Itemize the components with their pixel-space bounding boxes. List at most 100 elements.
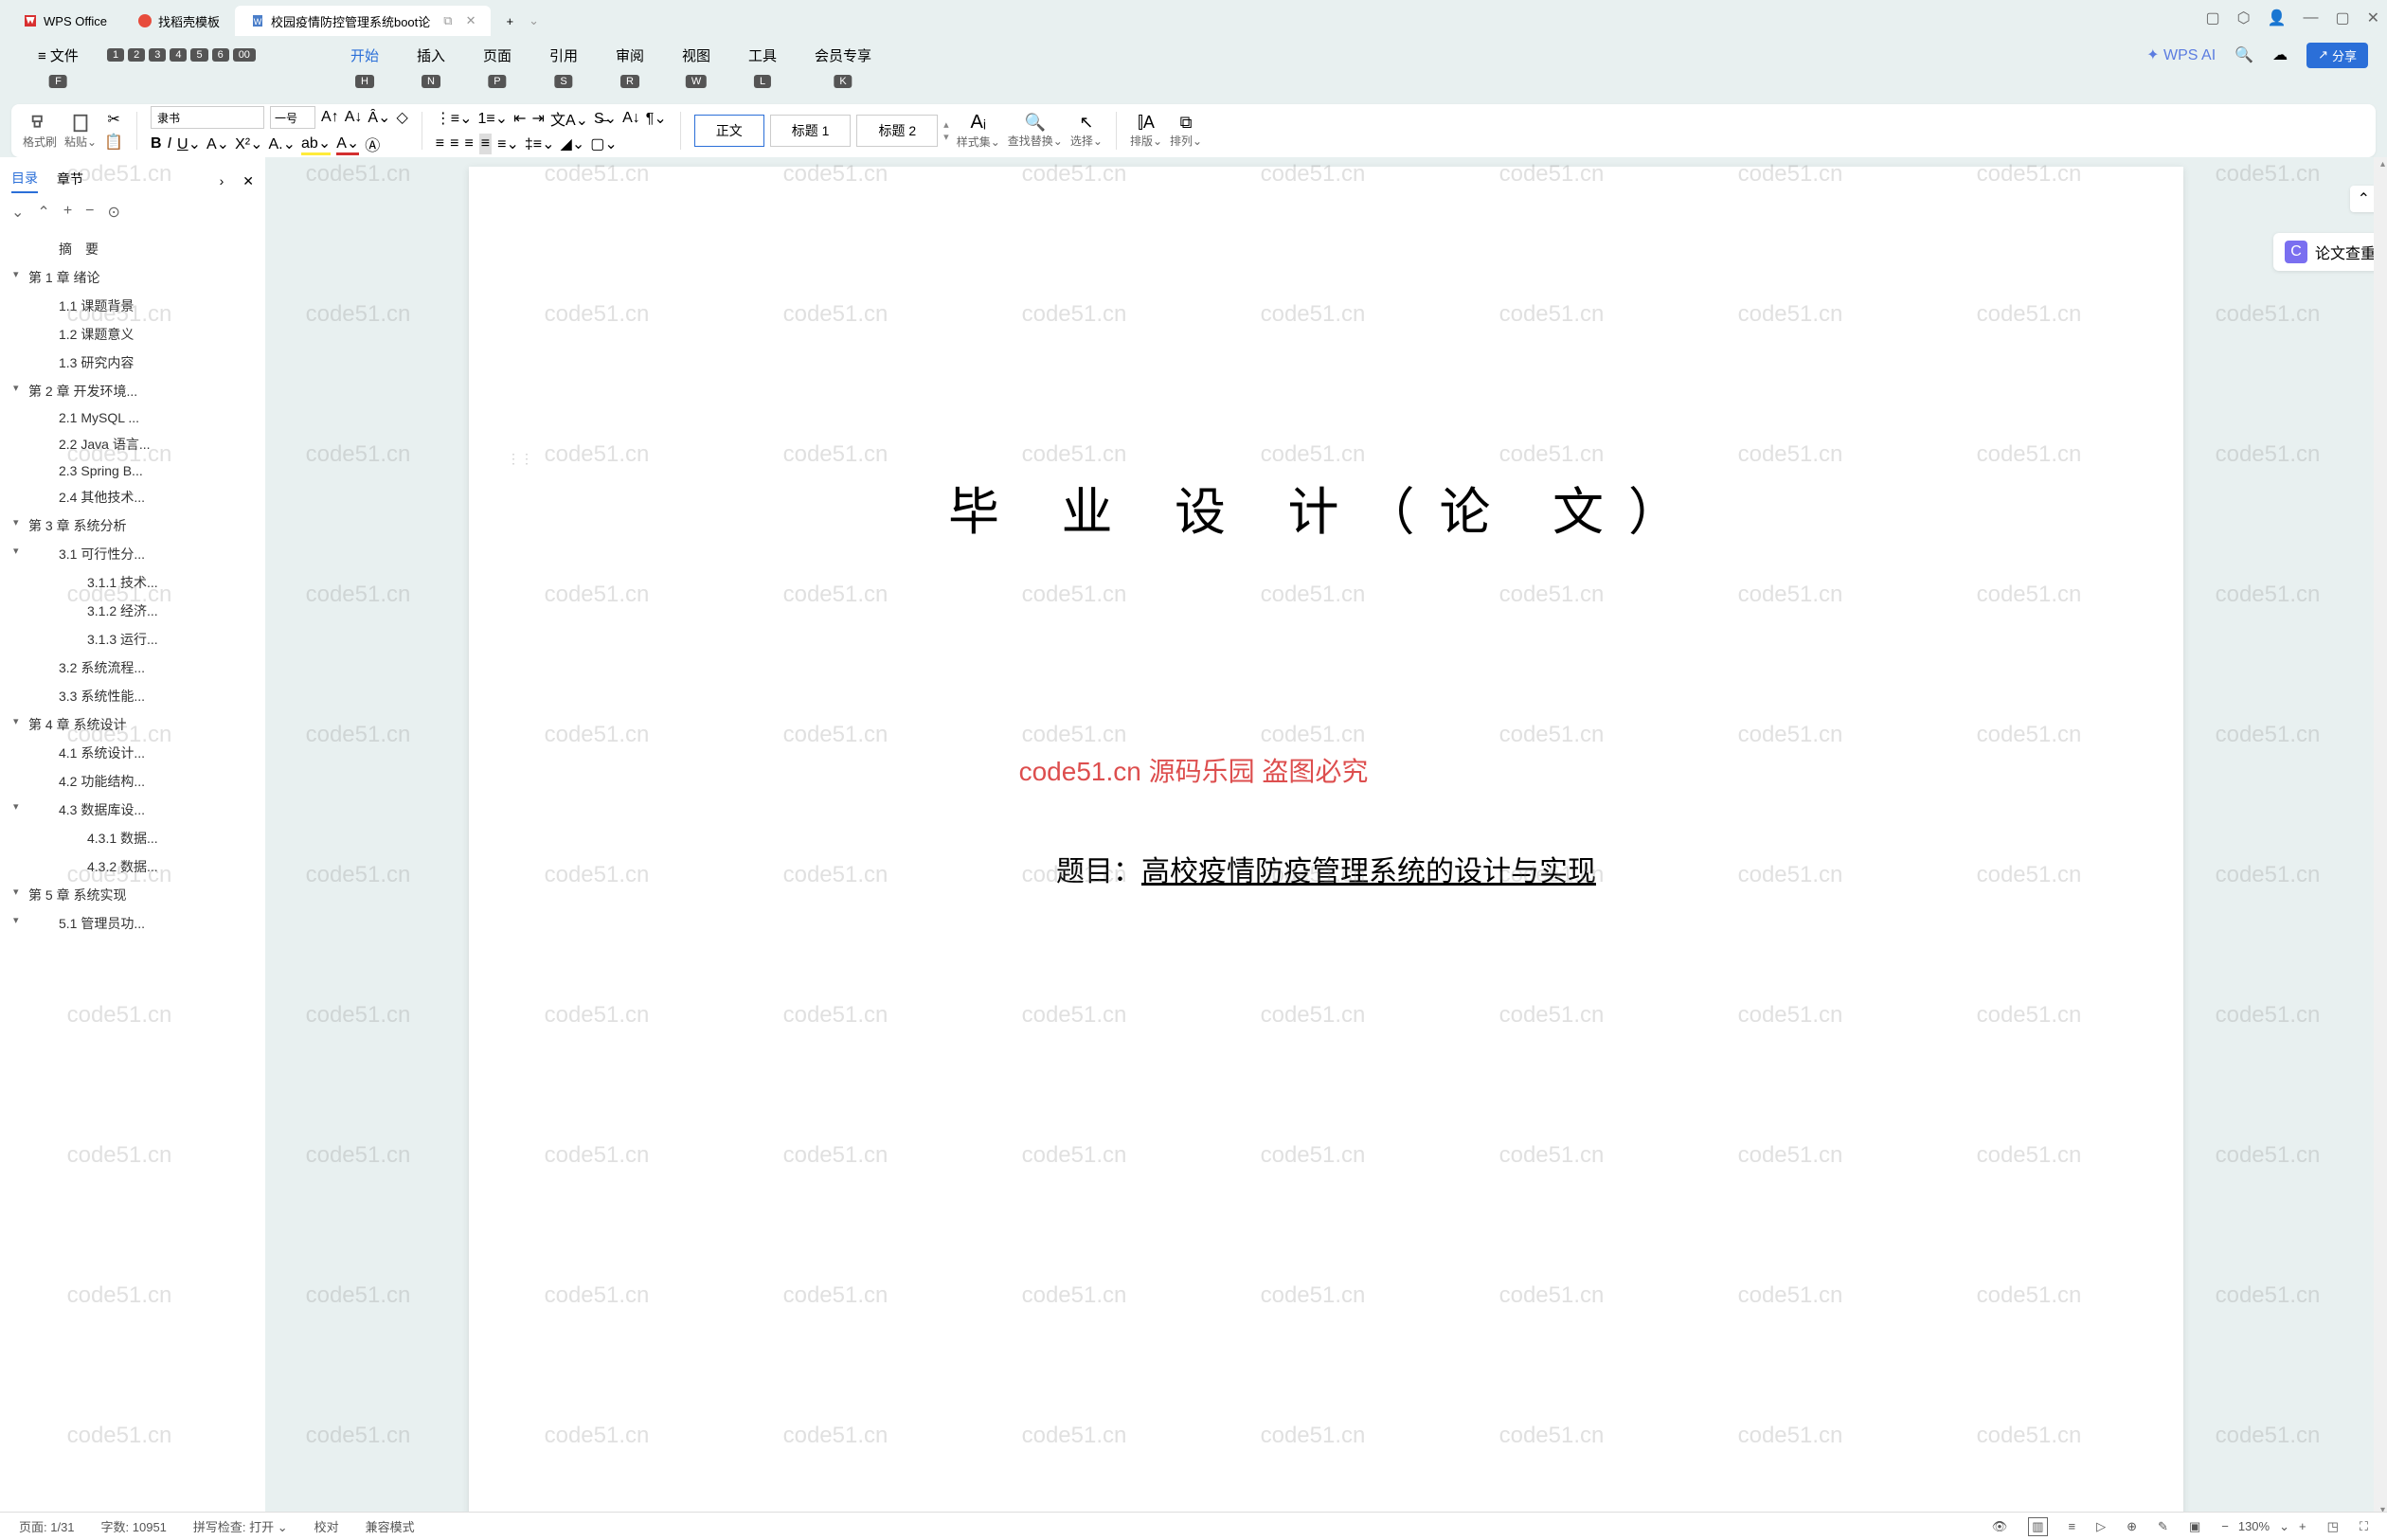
tab-template[interactable]: 找稻壳模板 — [122, 6, 235, 36]
close-window-icon[interactable]: ✕ — [2367, 9, 2379, 27]
increase-indent-icon[interactable]: ⇥ — [532, 109, 545, 128]
increase-font-icon[interactable]: A↑ — [321, 109, 339, 126]
zoom-dropdown-icon[interactable]: ⌄ — [2279, 1519, 2289, 1534]
paper-check-panel[interactable]: C 论文查重 — [2273, 233, 2387, 271]
decrease-indent-icon[interactable]: ⇤ — [513, 109, 526, 128]
change-case-icon[interactable]: Ȃ⌄ — [368, 108, 390, 127]
highlight-icon[interactable]: ab⌄ — [301, 134, 331, 155]
status-fit-icon[interactable]: ◳ — [2327, 1519, 2339, 1534]
sort-icon[interactable]: A↓ — [622, 110, 640, 127]
status-page[interactable]: 页面: 1/31 — [19, 1517, 75, 1535]
status-proof[interactable]: 校对 — [314, 1517, 339, 1535]
menu-start[interactable]: 开始H — [332, 40, 398, 71]
numbering-icon[interactable]: 1≡⌄ — [478, 109, 509, 128]
bullets-icon[interactable]: ⋮≡⌄ — [436, 109, 473, 128]
document-viewport[interactable]: ⋮⋮ 毕 业 设 计（论 文） 题目：高校疫情防疫管理系统的设计与实现 ⌃ C … — [265, 157, 2387, 1517]
bold-icon[interactable]: B — [151, 135, 162, 152]
decrease-font-icon[interactable]: A↓ — [345, 109, 363, 126]
styleset-icon[interactable]: Aᵢ — [971, 112, 986, 134]
status-pen-icon[interactable]: ✎ — [2158, 1519, 2168, 1534]
style-h2[interactable]: 标题 2 — [856, 115, 938, 147]
toc-item[interactable]: 1.1 课题背景 — [11, 292, 254, 320]
toc-item[interactable]: 3.2 系统流程... — [11, 654, 254, 682]
distribute-icon[interactable]: ≡⌄ — [497, 134, 519, 153]
shading-icon[interactable]: ◢⌄ — [561, 134, 585, 153]
italic-icon[interactable]: I — [168, 135, 171, 152]
menu-hamburger[interactable]: ≡ 文件F — [19, 40, 98, 71]
paste-icon[interactable] — [70, 113, 91, 134]
size-select[interactable] — [270, 106, 315, 129]
cloud-icon[interactable]: ☁ — [2272, 45, 2288, 64]
strikethrough-icon[interactable]: S̶⌄ — [594, 109, 617, 128]
toc-item[interactable]: 1.3 研究内容 — [11, 349, 254, 377]
toc-down-icon[interactable]: ⌄ — [11, 203, 24, 222]
zoom-out-icon[interactable]: − — [2221, 1519, 2229, 1533]
toc-item[interactable]: 第 4 章 系统设计 — [11, 710, 254, 739]
tab-app[interactable]: WPS Office — [8, 6, 122, 36]
toc-item[interactable]: 第 1 章 绪论 — [11, 263, 254, 292]
toc-item[interactable]: 3.1.2 经济... — [11, 597, 254, 625]
sidebar-next-icon[interactable]: › — [220, 173, 224, 188]
toc-item[interactable]: 4.3.1 数据... — [11, 824, 254, 852]
avatar-icon[interactable]: 👤 — [2268, 9, 2287, 27]
menu-review[interactable]: 审阅R — [597, 40, 663, 71]
scroll-up-icon[interactable]: ▴ — [2380, 159, 2385, 170]
toc-item[interactable]: 3.3 系统性能... — [11, 682, 254, 710]
paragraph-mark-icon[interactable]: ¶⌄ — [646, 109, 667, 128]
align-right-icon[interactable]: ≡ — [464, 135, 473, 152]
line-spacing-icon[interactable]: ‡≡⌄ — [525, 134, 555, 153]
status-read-icon[interactable]: ▷ — [2096, 1519, 2106, 1534]
toc-remove-icon[interactable]: − — [85, 203, 94, 222]
toc-item[interactable]: 4.3 数据库设... — [11, 796, 254, 824]
align-justify-icon[interactable]: ≡ — [479, 134, 492, 154]
toc-item[interactable]: 3.1.3 运行... — [11, 625, 254, 654]
toc-item[interactable]: 4.1 系统设计... — [11, 739, 254, 767]
menu-vip[interactable]: 会员专享K — [796, 40, 890, 71]
toc-item[interactable]: 第 5 章 系统实现 — [11, 881, 254, 909]
maximize-icon[interactable]: ▢ — [2335, 9, 2349, 27]
select-icon[interactable]: ↖ — [1079, 113, 1093, 133]
font-select[interactable] — [151, 106, 264, 129]
format-brush-icon[interactable] — [29, 113, 50, 134]
toc-item[interactable]: 4.3.2 数据... — [11, 852, 254, 881]
status-layout-icon[interactable]: ▥ — [2028, 1517, 2047, 1536]
toc-item[interactable]: 3.1 可行性分... — [11, 540, 254, 568]
circle-text-icon[interactable]: Ⓐ — [365, 133, 380, 155]
wps-ai-button[interactable]: ✦ WPS AI — [2146, 45, 2216, 64]
menu-page[interactable]: 页面P — [464, 40, 530, 71]
cut-icon[interactable]: ✂ — [107, 110, 119, 129]
copy-icon[interactable]: 📋 — [104, 133, 123, 152]
toc-abstract[interactable]: 摘 要 — [11, 235, 254, 263]
status-words[interactable]: 字数: 10951 — [101, 1517, 167, 1535]
find-replace-icon[interactable]: 🔍 — [1025, 113, 1046, 133]
toc-item[interactable]: 4.2 功能结构... — [11, 767, 254, 796]
status-web-icon[interactable]: ⊕ — [2127, 1519, 2137, 1534]
toc-item[interactable]: 2.3 Spring B... — [11, 458, 254, 483]
toc-item[interactable]: 2.4 其他技术... — [11, 483, 254, 511]
font-color-icon[interactable]: A⌄ — [206, 134, 229, 153]
underline-icon[interactable]: U⌄ — [177, 134, 201, 153]
search-icon[interactable]: 🔍 — [2234, 45, 2253, 64]
align-center-icon[interactable]: ≡ — [450, 135, 458, 152]
style-body[interactable]: 正文 — [694, 115, 764, 147]
menu-view[interactable]: 视图W — [663, 40, 729, 71]
sidebar-close-icon[interactable]: ✕ — [242, 173, 254, 189]
status-outline-icon[interactable]: ≡ — [2069, 1519, 2076, 1533]
tab-close-icon[interactable]: ✕ — [466, 13, 476, 28]
status-spell[interactable]: 拼写检查: 打开 ⌄ — [193, 1517, 288, 1535]
text-color-icon[interactable]: A⌄ — [336, 134, 359, 155]
zoom-in-icon[interactable]: + — [2299, 1519, 2306, 1533]
share-button[interactable]: ↗ 分享 — [2306, 43, 2368, 68]
tab-add[interactable]: +⌄ — [491, 6, 554, 36]
toc-item[interactable]: 第 2 章 开发环境... — [11, 377, 254, 405]
phonetic-icon[interactable]: A.⌄ — [268, 134, 296, 153]
layout-icon[interactable]: ⫿A — [1138, 113, 1155, 133]
tab-window-icon[interactable]: ⧉ — [443, 13, 452, 28]
toc-item[interactable]: 5.1 管理员功... — [11, 909, 254, 938]
border-icon[interactable]: ▢⌄ — [590, 134, 618, 153]
toc-item[interactable]: 1.2 课题意义 — [11, 320, 254, 349]
sidebar-tab-toc[interactable]: 目录 — [11, 169, 38, 193]
drag-handle-icon[interactable]: ⋮⋮ — [507, 451, 533, 467]
minimize-icon[interactable]: — — [2303, 9, 2318, 27]
menu-ref[interactable]: 引用S — [530, 40, 597, 71]
